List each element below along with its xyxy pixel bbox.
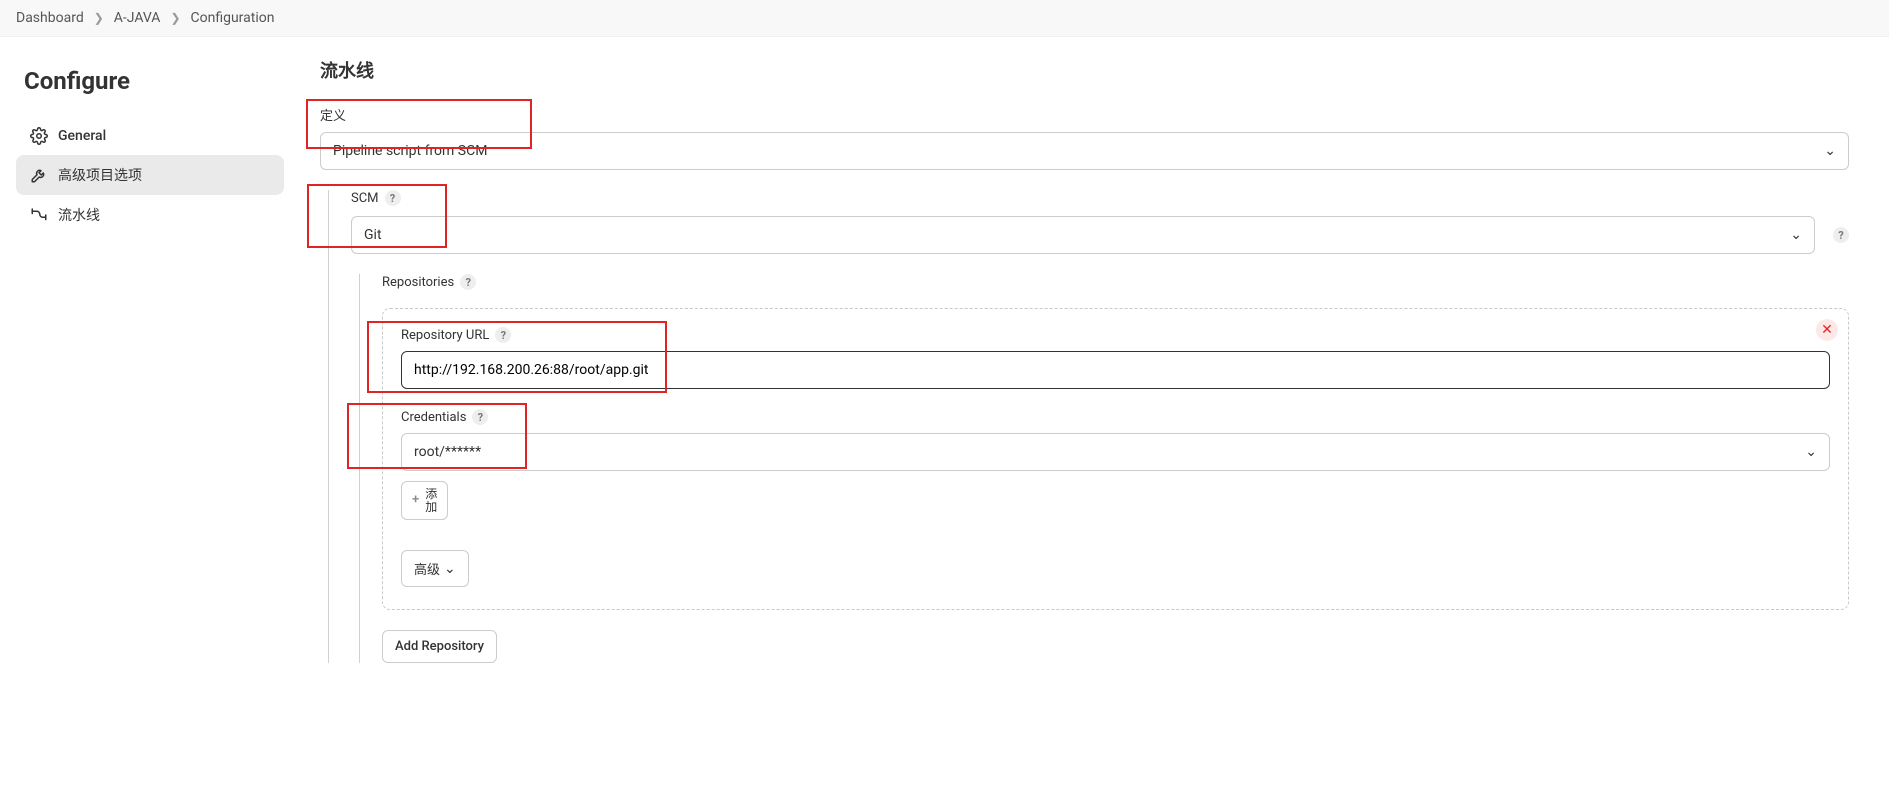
pipeline-icon [30,206,48,224]
repo-url-label: Repository URL [401,328,489,343]
add-credentials-button[interactable]: + 添加 [401,481,448,520]
definition-label: 定义 [320,105,1849,124]
definition-select[interactable]: Pipeline script from SCM ⌄ [320,132,1849,170]
credentials-select[interactable]: root/****** ⌄ [401,433,1830,471]
chevron-down-icon: ⌄ [1805,444,1817,460]
breadcrumb-page[interactable]: Configuration [191,10,275,26]
sidebar: Configure General 高级项目选项 流水线 [0,37,300,703]
help-icon[interactable]: ? [460,274,476,290]
chevron-right-icon: ❯ [94,11,104,25]
section-title-pipeline: 流水线 [320,57,1849,83]
sidebar-item-label: 高级项目选项 [58,165,142,185]
scm-select[interactable]: Git ⌄ [351,216,1815,254]
scm-label: SCM [351,191,379,206]
scm-value: Git [364,227,382,243]
sidebar-item-label: 流水线 [58,205,100,225]
definition-value: Pipeline script from SCM [333,143,487,159]
sidebar-item-label: General [58,128,106,144]
chevron-down-icon: ⌄ [444,561,456,577]
help-icon[interactable]: ? [385,190,401,206]
advanced-label: 高级 [414,559,440,578]
add-credentials-label: 添加 [425,488,437,513]
plus-icon: + [412,493,419,507]
page-title: Configure [24,67,276,95]
credentials-value: root/****** [414,444,481,460]
sidebar-item-pipeline[interactable]: 流水线 [16,195,284,235]
wrench-icon [30,166,48,184]
sidebar-item-general[interactable]: General [16,117,284,155]
main-content: 流水线 定义 Pipeline script from SCM ⌄ SCM ? [300,37,1889,703]
repository-panel: ✕ Repository URL ? Credentials [382,308,1849,610]
chevron-right-icon: ❯ [170,11,180,25]
breadcrumb: Dashboard ❯ A-JAVA ❯ Configuration [0,0,1889,37]
advanced-toggle-button[interactable]: 高级 ⌄ [401,550,469,587]
breadcrumb-dashboard[interactable]: Dashboard [16,10,84,26]
sidebar-item-advanced[interactable]: 高级项目选项 [16,155,284,195]
credentials-label: Credentials [401,410,466,425]
repo-url-input[interactable] [401,351,1830,389]
add-repository-button[interactable]: Add Repository [382,630,497,663]
repositories-label: Repositories [382,275,454,290]
help-icon[interactable]: ? [495,327,511,343]
help-icon[interactable]: ? [472,409,488,425]
help-icon[interactable]: ? [1833,227,1849,243]
add-repository-label: Add Repository [395,639,484,654]
chevron-down-icon: ⌄ [1824,143,1836,159]
chevron-down-icon: ⌄ [1790,227,1802,243]
breadcrumb-project[interactable]: A-JAVA [114,10,161,26]
gear-icon [30,127,48,145]
